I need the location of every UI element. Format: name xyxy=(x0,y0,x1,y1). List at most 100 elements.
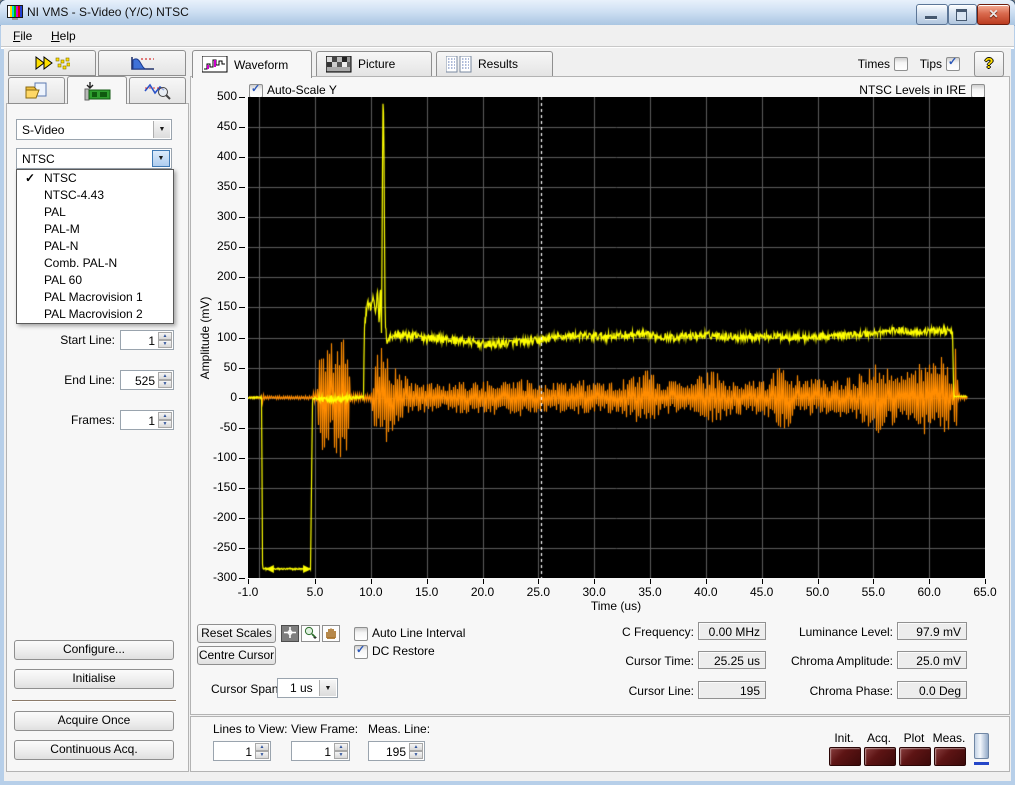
app-window: NI VMS - S-Video (Y/C) NTSC ✕ File Help xyxy=(0,0,1015,785)
y-tick-label: 350 xyxy=(216,179,237,194)
centre-cursor-button[interactable]: Centre Cursor xyxy=(197,646,276,665)
frames-input[interactable]: 1 ▲ ▼ xyxy=(120,410,174,430)
window-title: NI VMS - S-Video (Y/C) NTSC xyxy=(27,5,189,19)
video-connector-value: S-Video xyxy=(22,123,65,137)
meas-line-input[interactable]: 195 ▲ ▼ xyxy=(368,741,425,761)
times-label: Times xyxy=(857,57,890,71)
y-tick-mark xyxy=(239,428,245,429)
x-tick-mark xyxy=(706,579,707,584)
ire-checkbox[interactable] xyxy=(971,84,985,98)
auto-line-interval-checkbox[interactable] xyxy=(354,627,368,641)
spin-up-icon[interactable]: ▲ xyxy=(158,332,172,340)
run-icon xyxy=(35,56,70,70)
option-pal-60[interactable]: PAL 60 xyxy=(17,272,173,289)
spin-down-icon[interactable]: ▼ xyxy=(409,751,423,759)
spin-up-icon[interactable]: ▲ xyxy=(158,372,172,380)
continuous-acq-button[interactable]: Continuous Acq. xyxy=(14,740,174,760)
x-tick-label: 50.0 xyxy=(805,585,830,599)
tab-results[interactable]: Results xyxy=(436,51,553,76)
option-pal-n[interactable]: PAL-N xyxy=(17,238,173,255)
y-tick-label: 250 xyxy=(216,239,237,254)
spin-down-icon[interactable]: ▼ xyxy=(158,340,172,348)
chevron-down-icon[interactable]: ▼ xyxy=(152,150,170,167)
init-led xyxy=(829,747,861,766)
tab-waveform[interactable]: Waveform xyxy=(192,50,312,78)
spin-down-icon[interactable]: ▼ xyxy=(334,751,348,759)
spin-up-icon[interactable]: ▲ xyxy=(334,743,348,751)
help-button[interactable]: ? xyxy=(974,51,1004,77)
option-comb-pal-n[interactable]: Comb. PAL-N xyxy=(17,255,173,272)
auto-line-interval-label: Auto Line Interval xyxy=(372,626,466,640)
chroma-amplitude-label: Chroma Amplitude: xyxy=(790,654,893,668)
option-ntsc-443[interactable]: NTSC-4.43 xyxy=(17,187,173,204)
lines-to-view-input[interactable]: 1 ▲ ▼ xyxy=(213,741,271,761)
tab-results-label: Results xyxy=(478,57,519,71)
option-ntsc[interactable]: ✓ NTSC xyxy=(17,170,173,187)
x-tick-mark xyxy=(650,579,651,584)
chevron-down-icon[interactable]: ▼ xyxy=(319,680,336,696)
initialise-button[interactable]: Initialise xyxy=(14,669,174,689)
option-pal-macrovision-2[interactable]: PAL Macrovision 2 xyxy=(17,306,173,323)
x-tick-label: 45.0 xyxy=(749,585,774,599)
spin-down-icon[interactable]: ▼ xyxy=(255,751,269,759)
video-connector-select[interactable]: S-Video ▼ xyxy=(16,119,172,140)
spin-up-icon[interactable]: ▲ xyxy=(255,743,269,751)
dc-restore-checkbox[interactable]: ✓ xyxy=(354,644,368,659)
standard-select[interactable]: NTSC ▼ xyxy=(16,148,172,169)
pan-tool-button[interactable] xyxy=(322,625,340,642)
run-button[interactable] xyxy=(8,50,96,76)
histogram-button[interactable] xyxy=(98,50,186,76)
crosshair-icon xyxy=(284,627,296,638)
tips-checkbox[interactable]: ✓ xyxy=(946,56,960,71)
menu-item-file[interactable]: File xyxy=(7,28,38,44)
acquire-once-button[interactable]: Acquire Once xyxy=(14,711,174,731)
tab-signal-analysis[interactable] xyxy=(129,77,186,104)
x-tick-label: 20.0 xyxy=(470,585,495,599)
chroma-amplitude-value: 25.0 mV xyxy=(897,651,967,669)
y-tick-label: 450 xyxy=(216,119,237,134)
standard-dropdown: ✓ NTSC NTSC-4.43 PAL PAL-M PAL-N Comb. PA… xyxy=(16,169,174,324)
zoom-tool-button[interactable] xyxy=(301,625,320,642)
close-button[interactable]: ✕ xyxy=(977,4,1010,25)
cursor-span-select[interactable]: 1 us ▼ xyxy=(277,678,338,698)
y-tick-label: -100 xyxy=(212,449,237,464)
cursor-line-label: Cursor Line: xyxy=(628,684,694,698)
picture-tab-icon xyxy=(326,55,352,72)
configure-button[interactable]: Configure... xyxy=(14,640,174,660)
menu-item-help[interactable]: Help xyxy=(45,28,82,44)
crosshair-tool-button[interactable] xyxy=(281,625,299,642)
option-pal-m[interactable]: PAL-M xyxy=(17,221,173,238)
reset-scales-button[interactable]: Reset Scales xyxy=(197,624,276,643)
spin-down-icon[interactable]: ▼ xyxy=(158,380,172,388)
tab-picture[interactable]: Picture xyxy=(316,51,432,76)
daq-device-icon xyxy=(84,81,111,100)
y-tick-mark xyxy=(239,247,245,248)
tab-open-file[interactable] xyxy=(8,77,65,104)
end-line-input[interactable]: 525 ▲ ▼ xyxy=(120,370,174,390)
spin-up-icon[interactable]: ▲ xyxy=(409,743,423,751)
activity-slider[interactable] xyxy=(974,733,989,759)
spin-down-icon[interactable]: ▼ xyxy=(158,420,172,428)
maximize-button[interactable] xyxy=(948,4,977,25)
option-pal[interactable]: PAL xyxy=(17,204,173,221)
start-line-input[interactable]: 1 ▲ ▼ xyxy=(120,330,174,350)
ire-label: NTSC Levels in IRE xyxy=(859,83,966,97)
x-tick-label: 40.0 xyxy=(694,585,718,599)
view-frame-input[interactable]: 1 ▲ ▼ xyxy=(291,741,350,761)
option-pal-macrovision-1[interactable]: PAL Macrovision 1 xyxy=(17,289,173,306)
times-checkbox[interactable] xyxy=(894,57,908,71)
check-icon: ✓ xyxy=(251,83,261,95)
tab-daq-device[interactable] xyxy=(67,76,127,104)
init-led-label: Init. xyxy=(834,731,854,745)
spin-up-icon[interactable]: ▲ xyxy=(158,412,172,420)
x-tick-label: 35.0 xyxy=(638,585,662,599)
minimize-button[interactable] xyxy=(916,4,948,25)
y-tick-label: 100 xyxy=(216,329,237,344)
app-icon xyxy=(7,5,23,20)
chroma-phase-label: Chroma Phase: xyxy=(809,684,893,698)
x-tick-mark xyxy=(929,579,930,584)
chevron-down-icon[interactable]: ▼ xyxy=(153,121,170,138)
luminance-level-value: 97.9 mV xyxy=(897,622,967,640)
autoscale-y-checkbox[interactable]: ✓ xyxy=(249,83,263,98)
waveform-plot[interactable] xyxy=(248,97,985,578)
